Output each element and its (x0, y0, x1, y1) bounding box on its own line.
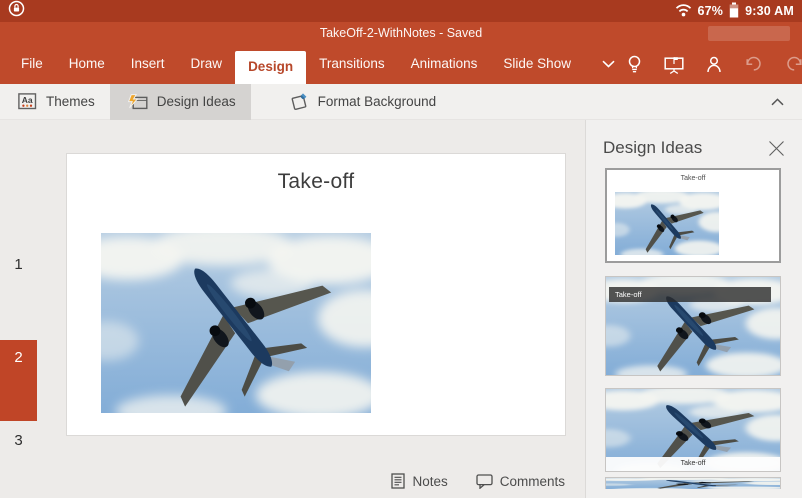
ribbon-tab-row: File Home Insert Draw Design Transitions… (0, 44, 802, 84)
tab-draw[interactable]: Draw (178, 44, 236, 84)
tab-file[interactable]: File (8, 44, 56, 84)
android-status-bar: 67% 9:30 AM (0, 0, 802, 22)
lightbulb-icon (627, 55, 642, 74)
design-ideas-label: Design Ideas (157, 94, 236, 109)
slide-thumbnail-1[interactable]: 1 (0, 256, 37, 273)
tab-home[interactable]: Home (56, 44, 118, 84)
format-background-button[interactable]: Format Background (275, 84, 452, 120)
chevron-down-icon (602, 60, 615, 68)
comments-label: Comments (500, 474, 565, 489)
design-idea-thumbnail-1[interactable]: Take-off (605, 168, 781, 263)
format-background-label: Format Background (318, 94, 437, 109)
title-bar-highlight (708, 26, 790, 41)
design-ideas-panel: Design Ideas Take-off Take-off (585, 120, 802, 498)
document-title: TakeOff-2-WithNotes - Saved (0, 22, 802, 44)
themes-label: Themes (46, 94, 95, 109)
comments-button[interactable]: Comments (476, 474, 565, 489)
themes-button[interactable]: Aa Themes (3, 84, 110, 120)
wifi-icon (675, 3, 692, 20)
close-icon (767, 139, 786, 158)
thumbnail-airplane-image (606, 478, 780, 489)
redo-button[interactable] (785, 56, 802, 72)
tab-transitions[interactable]: Transitions (306, 44, 398, 84)
slide-thumbnail-3[interactable]: 3 (0, 432, 37, 449)
notes-label: Notes (412, 474, 447, 489)
notes-icon (391, 473, 405, 489)
person-icon (706, 56, 722, 73)
redo-icon (785, 56, 802, 72)
chevron-up-icon (771, 98, 784, 106)
rotation-lock-icon (8, 0, 25, 22)
ribbon-actions (627, 44, 802, 84)
design-ideas-panel-title: Design Ideas (603, 138, 702, 158)
thumbnail-title-banner: Take-off (609, 287, 771, 302)
tab-animations[interactable]: Animations (398, 44, 491, 84)
notes-button[interactable]: Notes (391, 473, 447, 489)
comments-icon (476, 474, 493, 489)
battery-percent: 67% (698, 4, 724, 18)
design-ideas-bolt-icon (125, 94, 148, 110)
ribbon-overflow-button[interactable] (590, 44, 627, 84)
close-panel-button[interactable] (765, 137, 788, 160)
powerpoint-app-window: 67% 9:30 AM TakeOff-2-WithNotes - Saved … (0, 0, 802, 498)
thumbnail-airplane-image (615, 192, 719, 255)
design-ideas-header: Design Ideas (586, 120, 802, 168)
ribbon-tabs: File Home Insert Draw Design Transitions… (0, 44, 627, 84)
slide-title-textbox[interactable]: Take-off (67, 170, 565, 194)
undo-button[interactable] (744, 56, 763, 72)
account-button[interactable] (706, 56, 722, 73)
present-button[interactable] (664, 55, 684, 74)
present-screen-icon (664, 55, 684, 74)
bottom-bar: Notes Comments (58, 464, 585, 498)
battery-icon (729, 2, 739, 21)
design-ideas-lightbulb-button[interactable] (627, 55, 642, 74)
design-idea-thumbnail-3[interactable]: Take-off (605, 388, 781, 472)
title-bar: TakeOff-2-WithNotes - Saved (0, 22, 802, 44)
svg-text:Aa: Aa (22, 95, 33, 105)
design-ideas-list: Take-off Take-off Take-off (586, 168, 802, 489)
design-ideas-button[interactable]: Design Ideas (110, 84, 251, 120)
design-idea-thumbnail-4-partial[interactable] (605, 477, 781, 489)
design-toolbar: Aa Themes Design Ideas For (0, 84, 802, 120)
thumbnail-caption: Take-off (606, 457, 780, 471)
undo-icon (744, 56, 763, 72)
slide-thumbnail-2-selected[interactable]: 2 (0, 340, 37, 421)
slide-navigator: 1 2 3 (0, 120, 58, 498)
thumbnail-slide-title: Take-off (607, 175, 779, 182)
slide-canvas-area: Take-off Notes Comments (58, 120, 585, 498)
slide-airplane-image[interactable] (101, 233, 371, 413)
slide-editor[interactable]: Take-off (66, 153, 566, 436)
tab-insert[interactable]: Insert (118, 44, 178, 84)
clock: 9:30 AM (745, 4, 794, 18)
tab-design[interactable]: Design (235, 51, 306, 84)
collapse-ribbon-button[interactable] (765, 84, 790, 120)
themes-aa-icon: Aa (18, 93, 37, 110)
tab-slide-show[interactable]: Slide Show (490, 44, 584, 84)
design-idea-thumbnail-2[interactable]: Take-off (605, 276, 781, 376)
format-background-icon (290, 92, 309, 111)
